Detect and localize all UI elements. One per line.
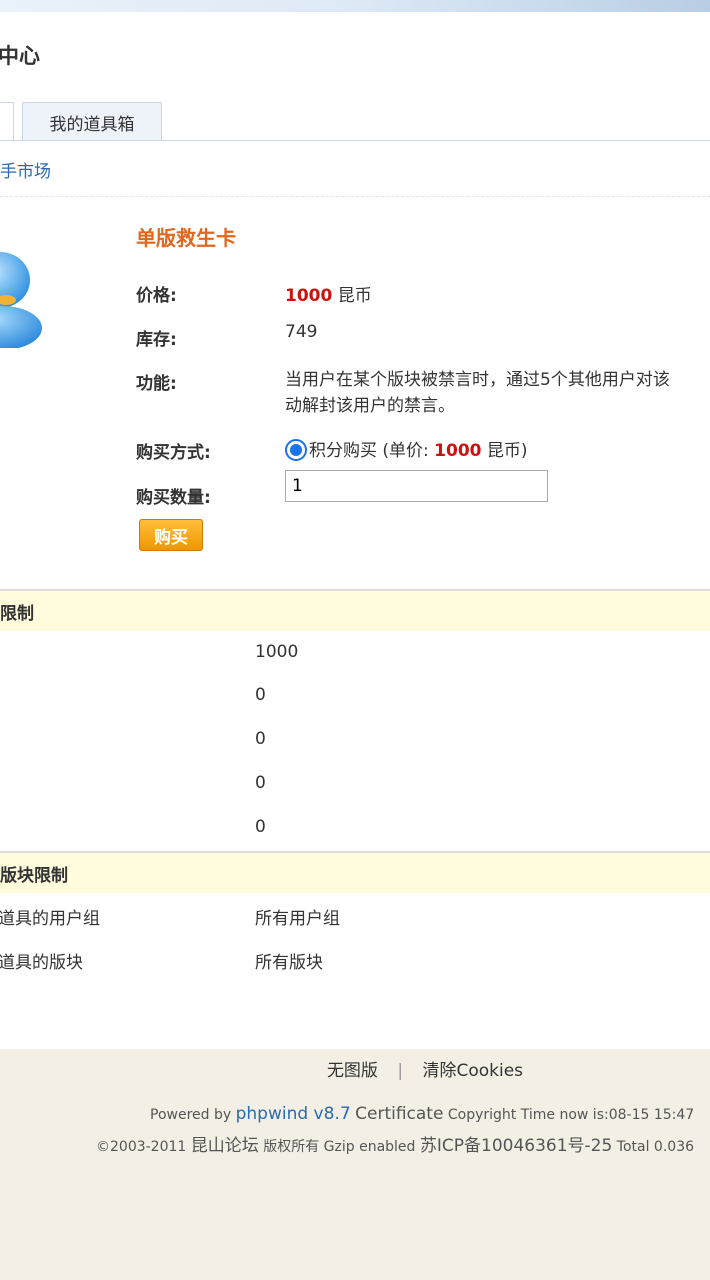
certificate-link[interactable]: Certificate: [355, 1104, 443, 1124]
tab-my-toolbox-label: 我的道具箱: [49, 114, 135, 135]
footer-separator: |: [397, 1061, 404, 1081]
purchase-unit-price: 1000: [434, 441, 482, 461]
purchase-method-text: 积分购买 (单价:: [309, 441, 429, 461]
limit-value-5: 0: [255, 817, 266, 837]
footer-copyright-line: ©2003-2011 昆山论坛 版权所有 Gzip enabled 苏ICP备1…: [96, 1131, 694, 1156]
copyright-time: Copyright Time now is:08-15 15:47: [447, 1107, 695, 1123]
powered-by-text: Powered by: [150, 1107, 232, 1123]
limits-section-header: 限制: [0, 589, 710, 631]
limit-value-2: 0: [255, 685, 266, 705]
tab-tool-market[interactable]: [0, 102, 14, 142]
quantity-input[interactable]: [285, 470, 548, 502]
usergroup-row-value: 所有用户组: [255, 909, 340, 929]
board-limits-section-header: 版块限制: [0, 851, 710, 893]
limit-value-4: 0: [255, 773, 266, 793]
breadcrumb-link-second-hand-market[interactable]: 手市场: [0, 157, 51, 182]
phpwind-link[interactable]: phpwind v8.7: [236, 1104, 351, 1124]
price-value: 1000 昆币: [285, 281, 372, 306]
user-avatar-icon: [0, 252, 42, 348]
text-only-version-link[interactable]: 无图版: [327, 1061, 378, 1081]
function-description: 当用户在某个版块被禁言时，通过5个其他用户对该 动解封该用户的禁言。: [285, 367, 710, 419]
total-time: Total 0.036: [616, 1139, 695, 1155]
copyright-years: ©2003-2011: [96, 1139, 187, 1155]
site-name-link[interactable]: 昆山论坛: [191, 1136, 259, 1156]
clear-cookies-link[interactable]: 清除Cookies: [422, 1061, 523, 1081]
limits-section-title: 限制: [0, 603, 34, 624]
function-line-2: 动解封该用户的禁言。: [285, 396, 455, 416]
page-title: 中心: [0, 44, 40, 68]
stock-value: 749: [285, 322, 318, 342]
tab-my-toolbox[interactable]: 我的道具箱: [22, 102, 162, 141]
quantity-label: 购买数量:: [136, 488, 211, 508]
footer-links: 无图版 | 清除Cookies: [0, 1056, 710, 1081]
price-label: 价格:: [136, 286, 177, 306]
limit-value-1: 1000: [255, 642, 299, 662]
price-unit: 昆币: [337, 286, 372, 306]
dotted-divider: [0, 196, 710, 197]
tabs-divider: [0, 140, 710, 141]
page-content: [0, 12, 710, 1049]
board-row-label: 道具的版块: [0, 953, 83, 973]
function-label: 功能:: [136, 374, 177, 394]
function-line-1: 当用户在某个版块被禁言时，通过5个其他用户对该: [285, 370, 670, 390]
icp-link[interactable]: 苏ICP备10046361号-25: [420, 1136, 612, 1156]
points-purchase-radio[interactable]: [285, 439, 307, 461]
usergroup-row-label: 道具的用户组: [0, 909, 100, 929]
item-name: 单版救生卡: [136, 226, 236, 250]
footer-powered-line: Powered by phpwind v8.7 Certificate Copy…: [150, 1104, 694, 1124]
rights-text: 版权所有 Gzip enabled: [263, 1139, 416, 1155]
top-banner: [0, 0, 710, 12]
purchase-method-option[interactable]: 积分购买 (单价: 1000 昆币): [285, 436, 528, 461]
board-limits-section-title: 版块限制: [0, 865, 68, 886]
stock-label: 库存:: [136, 330, 177, 350]
price-number: 1000: [285, 286, 333, 306]
purchase-method-label: 购买方式:: [136, 443, 211, 463]
buy-button[interactable]: 购买: [139, 519, 203, 551]
limit-value-3: 0: [255, 729, 266, 749]
board-row-value: 所有版块: [255, 953, 323, 973]
purchase-unit-currency: 昆币): [486, 441, 528, 461]
